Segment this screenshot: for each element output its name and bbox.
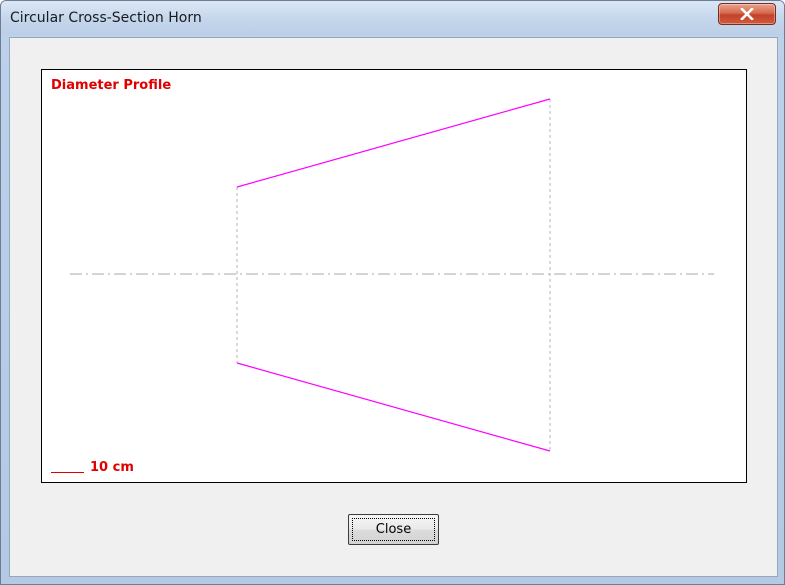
diameter-profile-canvas: Diameter Profile 10 cm: [41, 69, 747, 483]
lower-profile-line: [236, 362, 551, 452]
title-bar[interactable]: Circular Cross-Section Horn: [1, 1, 784, 35]
upper-profile-line: [236, 98, 551, 188]
dialog-client-area: Diameter Profile 10 cm Close: [9, 37, 778, 577]
dialog-window: Circular Cross-Section Horn Diameter Pro…: [0, 0, 785, 585]
close-button[interactable]: Close: [348, 514, 439, 545]
window-title: Circular Cross-Section Horn: [10, 10, 202, 26]
close-button-label: Close: [375, 522, 412, 537]
scale-label: 10 cm: [90, 460, 134, 475]
scale-bar: [51, 472, 84, 473]
window-close-button[interactable]: [718, 3, 776, 25]
plot-title: Diameter Profile: [51, 78, 172, 93]
profile-drawing: [70, 98, 714, 452]
close-x-icon: [740, 8, 754, 20]
